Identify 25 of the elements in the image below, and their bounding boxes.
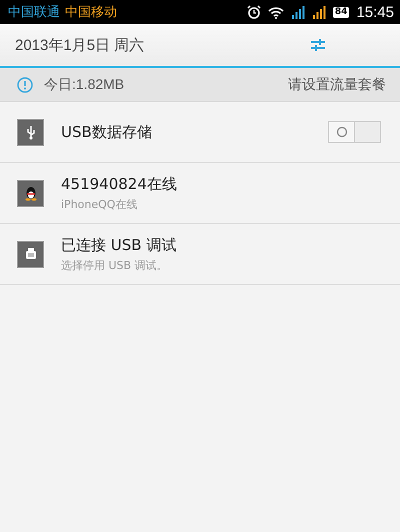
notification-title: 451940824在线 [61,174,178,194]
info-icon [17,76,33,92]
usb-icon [17,118,44,146]
notification-title: 已连接 USB 调试 [61,236,178,254]
set-plan-link[interactable]: 请设置流量套餐 [288,76,386,94]
alarm-clock-icon [246,5,261,19]
notification-item[interactable]: 451940824在线 iPhoneQQ在线 [0,163,400,224]
notification-item[interactable]: 已连接 USB 调试 选择停用 USB 调试。 [0,224,400,285]
battery-level: 84 [332,6,350,18]
carrier-name: 中国联通 [8,4,60,21]
notification-subtitle: iPhoneQQ在线 [61,196,138,212]
circle-icon [336,126,348,138]
today-usage: 今日:1.82MB [44,76,124,94]
penguin-icon [17,180,44,206]
notification-title: USB数据存储 [61,122,153,142]
signal-icon [312,6,326,18]
signal-icon [290,6,305,18]
toggle-switch[interactable] [328,121,381,143]
sliders-icon [310,37,326,53]
clock-time: 15:45 [356,4,394,20]
carrier-name: 中国移动 [65,4,117,21]
notification-subtitle: 选择停用 USB 调试。 [61,258,169,272]
wifi-icon [268,6,284,18]
date-text: 2013年1月5日 周六 [15,36,144,54]
notification-item[interactable]: USB数据存储 [0,102,400,163]
